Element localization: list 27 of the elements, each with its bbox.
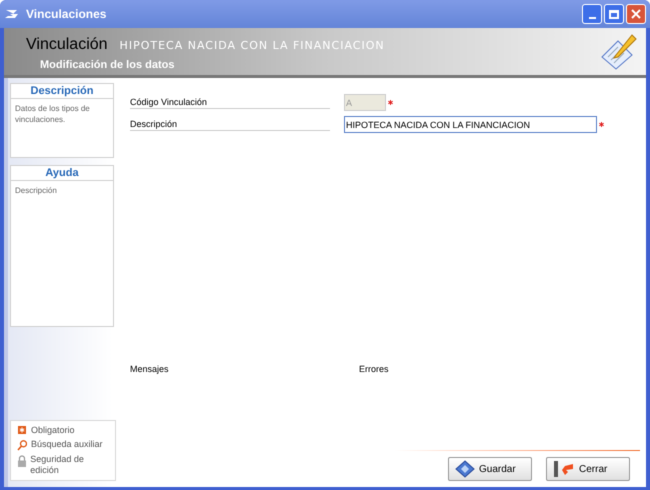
exit-door-icon (553, 460, 575, 478)
panel-title: Ayuda (11, 166, 113, 181)
lock-icon (18, 455, 26, 467)
close-button[interactable] (626, 4, 646, 24)
legend-label: Seguridad de edición (30, 454, 85, 476)
maximize-button[interactable] (604, 4, 624, 24)
window-title: Vinculaciones (26, 6, 106, 23)
field-label: Código Vinculación (130, 96, 330, 109)
header-subtitle: Modificación de los datos (40, 58, 176, 73)
asterisk-icon (18, 426, 26, 434)
panel-text: Datos de los tipos de vinculaciones. (14, 103, 91, 125)
search-icon (17, 440, 27, 451)
section-label: Mensajes (130, 363, 170, 376)
record-name: HIPOTECA NACIDA CON LA FINANCIACION (120, 38, 385, 54)
panel-text: Descripción (14, 185, 58, 196)
legend-label: Búsqueda auxiliar (31, 439, 103, 450)
close-icon (631, 9, 641, 19)
header-title: Vinculación (26, 35, 108, 55)
minimize-button[interactable] (582, 4, 602, 24)
field-label: Descripción (130, 118, 330, 131)
save-button[interactable]: Guardar (448, 457, 532, 481)
legend-label: Obligatorio (31, 425, 75, 436)
input-field[interactable]: HIPOTECA NACIDA CON LA FINANCIACION (344, 116, 597, 133)
app-logo-icon (4, 8, 20, 20)
panel-title: Descripción (11, 84, 113, 99)
close-button[interactable]: Cerrar (546, 457, 630, 481)
section-label: Errores (359, 363, 389, 376)
